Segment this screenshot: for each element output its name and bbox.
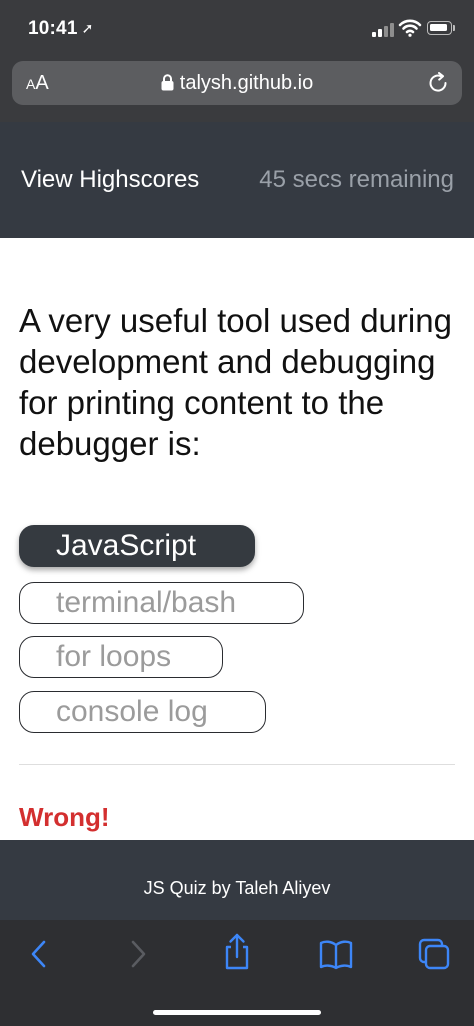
reload-icon[interactable] xyxy=(427,72,449,94)
choice-button-console-log[interactable]: console log xyxy=(19,691,266,733)
battery-icon xyxy=(427,21,452,35)
signal-icon xyxy=(372,23,398,37)
address-bar[interactable]: AA talysh.github.io xyxy=(12,61,462,105)
home-indicator xyxy=(153,1010,321,1015)
status-time: 10:41 ➚ xyxy=(28,18,94,40)
wifi-icon xyxy=(398,19,422,37)
share-icon[interactable] xyxy=(217,932,257,972)
tabs-icon[interactable] xyxy=(414,936,454,972)
choice-button-for-loops[interactable]: for loops xyxy=(19,636,223,678)
bookmarks-icon[interactable] xyxy=(316,936,356,972)
question-text: A very useful tool used during developme… xyxy=(19,302,452,462)
choice-button-terminal-bash[interactable]: terminal/bash xyxy=(19,582,304,624)
url-text: talysh.github.io xyxy=(179,72,314,94)
browser-url-area: AA talysh.github.io xyxy=(0,56,474,122)
result-text: Wrong! xyxy=(19,802,110,832)
location-arrow-icon: ➚ xyxy=(81,20,94,36)
back-icon[interactable] xyxy=(20,936,60,972)
result-divider xyxy=(19,764,455,765)
lock-icon xyxy=(161,74,174,91)
status-bar: 10:41 ➚ xyxy=(0,0,474,56)
quiz-header: View Highscores 45 secs remaining xyxy=(0,122,474,238)
forward-icon[interactable] xyxy=(117,936,157,972)
footer-credit: JS Quiz by Taleh Aliyev xyxy=(143,878,331,898)
choice-button-javascript[interactable]: JavaScript xyxy=(19,525,255,567)
view-highscores-link[interactable]: View Highscores xyxy=(21,166,199,194)
status-time-text: 10:41 xyxy=(28,18,78,39)
battery-tip xyxy=(453,25,455,31)
url-display[interactable]: talysh.github.io xyxy=(12,72,462,95)
page-footer: JS Quiz by Taleh Aliyev xyxy=(0,840,474,920)
timer-text: 45 secs remaining xyxy=(259,166,454,193)
